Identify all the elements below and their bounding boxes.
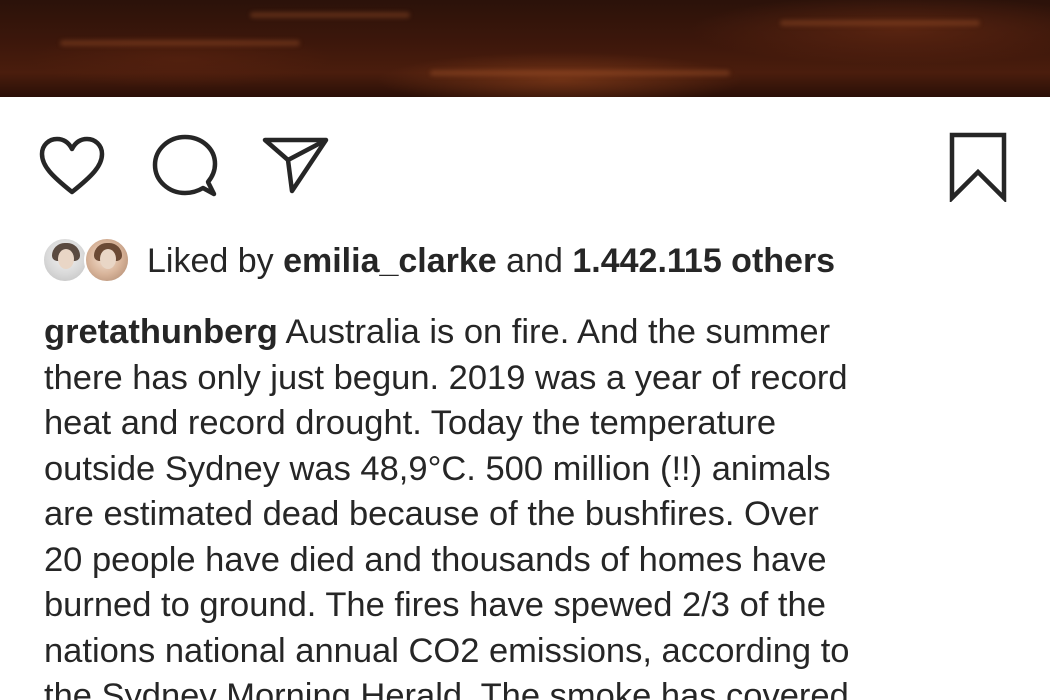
speech-bubble-icon[interactable]	[152, 134, 218, 198]
avatar[interactable]	[84, 237, 130, 283]
post-actions-bar	[0, 126, 1050, 202]
avatar-face	[58, 249, 74, 269]
bookmark-outline-icon[interactable]	[948, 132, 1008, 202]
avatar-face	[100, 249, 116, 269]
avatar[interactable]	[42, 237, 88, 283]
likes-row: Liked by emilia_clarke and 1.442.115 oth…	[42, 236, 835, 286]
image-fire-streak	[250, 12, 410, 18]
image-fire-streak	[60, 40, 300, 46]
liker-username-link[interactable]: emilia_clarke	[283, 242, 497, 280]
post-image[interactable]	[0, 0, 1050, 97]
likes-prefix: Liked by	[147, 242, 274, 280]
likes-others-link[interactable]: 1.442.115 others	[572, 242, 835, 280]
post-caption: gretathunberg Australia is on fire. And …	[44, 310, 1024, 700]
image-fire-streak	[430, 70, 730, 76]
likes-summary[interactable]: Liked by emilia_clarke and 1.442.115 oth…	[147, 236, 835, 286]
likes-connector: and	[506, 242, 563, 280]
image-fire-streak	[780, 20, 980, 26]
liker-avatars[interactable]	[42, 236, 132, 286]
heart-outline-icon[interactable]	[38, 136, 106, 196]
caption-text: Australia is on fire. And the summer the…	[44, 313, 850, 700]
caption-username-link[interactable]: gretathunberg	[44, 313, 278, 351]
paper-plane-icon[interactable]	[262, 136, 330, 194]
